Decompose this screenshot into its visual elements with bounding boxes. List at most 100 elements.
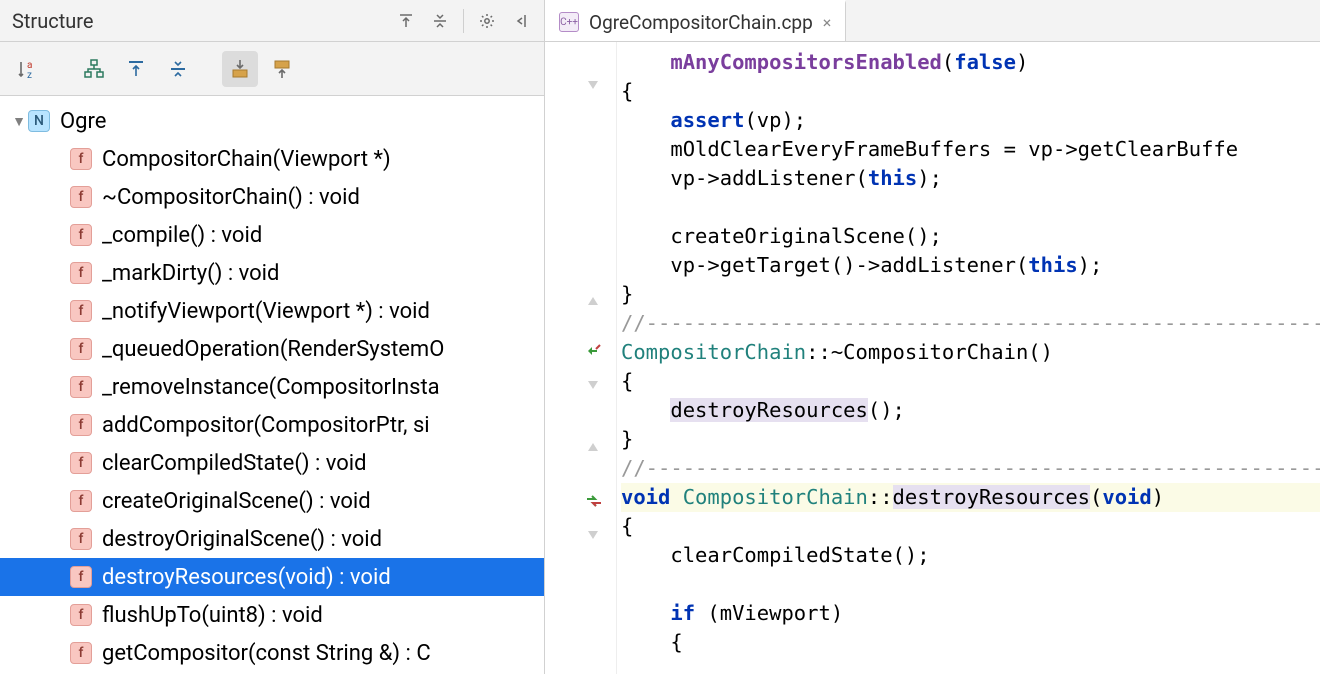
tree-item-selected[interactable]: fdestroyResources(void) : void [0,558,544,596]
tree-label: _notifyViewport(Viewport *) : void [102,299,430,324]
editor-gutter[interactable] [545,42,617,674]
code-token: ( [942,50,954,74]
function-icon: f [70,528,92,550]
code-token: { [621,79,633,103]
editor-panel: C++ OgreCompositorChain.cpp × mAnyCompos… [545,0,1320,674]
separator [463,9,464,33]
tree-label: _markDirty() : void [102,261,279,286]
editor-tab-bar: C++ OgreCompositorChain.cpp × [545,0,1320,42]
collapse-up-icon[interactable] [391,6,421,36]
code-token: (); [868,398,905,422]
function-icon: f [70,604,92,626]
namespace-icon: N [28,110,50,132]
function-icon: f [70,376,92,398]
code-token: this [868,166,917,190]
function-icon: f [70,338,92,360]
tree-item[interactable]: f createOriginalScene() : void [0,482,544,520]
tree-item[interactable]: f addCompositor(CompositorPtr, si [0,406,544,444]
code-token: void [621,485,670,509]
override-icon[interactable] [545,342,616,370]
code-token: destroyResources [893,485,1090,509]
hierarchy-icon[interactable] [76,51,112,87]
structure-panel: Structure az [0,0,545,674]
collapse-down-icon[interactable] [425,6,455,36]
code-token: :: [868,485,893,509]
related-function-icon[interactable] [545,492,616,520]
function-icon: f [70,186,92,208]
fold-handle-icon[interactable] [545,72,616,100]
tree-item[interactable]: f _markDirty() : void [0,254,544,292]
function-icon: f [70,642,92,664]
function-icon: f [70,490,92,512]
structure-toolbar: az [0,42,544,96]
tree-label: createOriginalScene() : void [102,489,371,514]
tree-item[interactable]: f clearCompiledState() : void [0,444,544,482]
structure-header: Structure [0,0,544,42]
code-token: { [670,630,682,654]
code-area[interactable]: mAnyCompositorsEnabled(false) { assert(v… [617,42,1320,674]
code-token: ) [1016,50,1028,74]
structure-tree[interactable]: ▼ N Ogre f CompositorChain(Viewport *) f ~… [0,96,544,674]
tree-item[interactable]: f_notifyViewport(Viewport *) : void [0,292,544,330]
code-token: if [670,601,695,625]
code-token: createOriginalScene(); [670,224,942,248]
function-icon: f [70,148,92,170]
editor-tab[interactable]: C++ OgreCompositorChain.cpp × [545,0,846,41]
fold-handle-icon[interactable] [545,372,616,400]
tree-item[interactable]: f flushUpTo(uint8) : void [0,596,544,634]
tree-label: flushUpTo(uint8) : void [102,603,323,628]
code-token: assert [670,108,744,132]
cpp-file-icon: C++ [559,12,579,32]
fold-handle-icon[interactable] [545,522,616,550]
tree-item[interactable]: f destroyOriginalScene() : void [0,520,544,558]
tree-item[interactable]: f_removeInstance(CompositorInsta [0,368,544,406]
fold-handle-icon[interactable] [545,286,616,314]
disclosure-triangle-icon[interactable]: ▼ [10,113,28,130]
tree-label: ~CompositorChain() : void [102,185,360,210]
code-token: void [1102,485,1151,509]
tree-label: clearCompiledState() : void [102,451,367,476]
hide-panel-icon[interactable] [506,6,536,36]
fold-handle-icon[interactable] [545,432,616,460]
code-token: ( [1090,485,1102,509]
tree-item[interactable]: f _compile() : void [0,216,544,254]
code-token: (mViewport) [695,601,843,625]
tree-label: _compile() : void [102,223,262,248]
function-icon: f [70,452,92,474]
code-token: CompositorChain [621,340,806,364]
code-token: ); [917,166,942,190]
close-icon[interactable]: × [823,13,832,32]
code-token: vp->getTarget()->addListener( [670,253,1028,277]
code-token: CompositorChain [683,485,868,509]
function-icon: f [70,414,92,436]
code-token: } [621,427,633,451]
tree-item[interactable]: f_queuedOperation(RenderSystemO [0,330,544,368]
code-token [670,485,682,509]
code-token: (vp); [744,108,806,132]
tree-label: addCompositor(CompositorPtr, si [102,413,430,438]
code-token: this [1028,253,1077,277]
gear-icon[interactable] [472,6,502,36]
function-icon: f [70,262,92,284]
code-token: //--------------------------------------… [621,311,1320,335]
tree-root-ogre[interactable]: ▼ N Ogre [0,102,544,140]
code-token: } [621,282,633,306]
code-token: clearCompiledState(); [670,543,929,567]
tree-item[interactable]: f CompositorChain(Viewport *) [0,140,544,178]
autoscroll-from-source-icon[interactable] [264,51,300,87]
function-icon: f [70,224,92,246]
tree-item[interactable]: f getCompositor(const String &) : C [0,634,544,672]
sort-alpha-icon[interactable]: az [10,51,46,87]
tab-filename: OgreCompositorChain.cpp [589,11,813,34]
tree-label: CompositorChain(Viewport *) [102,147,391,172]
tree-item[interactable]: f ~CompositorChain() : void [0,178,544,216]
expand-top-icon[interactable] [118,51,154,87]
tree-label: destroyOriginalScene() : void [102,527,382,552]
code-token: ::~CompositorChain() [806,340,1053,364]
code-token: { [621,369,633,393]
code-token: mOldClearEveryFrameBuffers = vp->getClea… [670,137,1238,161]
autoscroll-to-source-icon[interactable] [222,51,258,87]
collapse-both-icon[interactable] [160,51,196,87]
tree-label: getCompositor(const String &) : C [102,641,431,666]
svg-text:z: z [27,70,32,80]
